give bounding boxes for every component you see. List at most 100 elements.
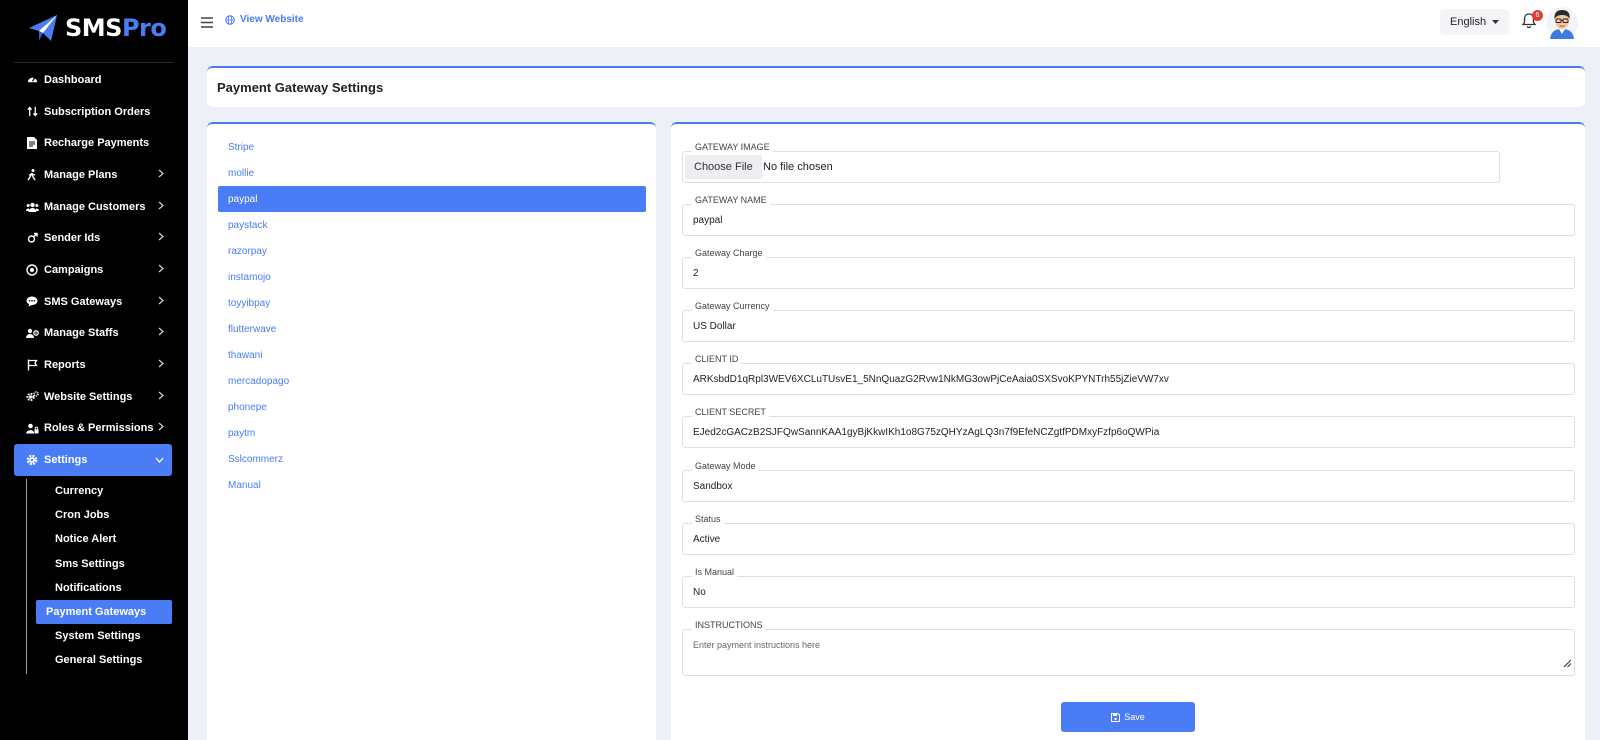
chevron-right-icon	[158, 422, 164, 434]
gateway-item-paystack[interactable]: paystack	[218, 212, 646, 238]
view-website-label: View Website	[240, 14, 304, 25]
submenu-item-currency[interactable]: Currency	[36, 479, 172, 503]
sidebar-item-sender-ids[interactable]: Sender Ids	[14, 222, 172, 254]
settings-submenu: Currency Cron Jobs Notice Alert Sms Sett…	[26, 479, 172, 674]
choose-file-button[interactable]: Choose File	[685, 155, 762, 179]
is-manual-field[interactable]: Is Manual No	[682, 567, 1575, 608]
sidebar-item-manage-plans[interactable]: Manage Plans	[14, 159, 172, 191]
is-manual-value: No	[693, 587, 706, 598]
status-value: Active	[693, 534, 721, 545]
gateway-item-sslcommerz[interactable]: Sslcommerz	[218, 446, 646, 472]
sidebar-item-campaigns[interactable]: Campaigns	[14, 254, 172, 286]
gateway-item-mollie[interactable]: mollie	[218, 160, 646, 186]
sidebar-item-roles-permissions[interactable]: Roles & Permissions	[14, 413, 172, 445]
sidebar-item-label: SMS Gateways	[44, 295, 123, 308]
submenu-item-system-settings[interactable]: System Settings	[36, 624, 172, 648]
is-manual-label: Is Manual	[692, 567, 738, 577]
walking-icon	[25, 168, 39, 181]
submenu-item-sms-settings[interactable]: Sms Settings	[36, 552, 172, 576]
file-invoice-icon	[25, 137, 39, 150]
chevron-right-icon	[158, 359, 164, 371]
gender-icon	[25, 232, 39, 244]
sidebar-item-label: Dashboard	[44, 73, 102, 86]
client-secret-value: EJed2cGACzB2SJFQwSannKAA1gyBjKkwIKh1o8G7…	[693, 427, 1160, 438]
gateway-mode-field[interactable]: Gateway Mode Sandbox	[682, 461, 1575, 502]
submenu-item-notifications[interactable]: Notifications	[36, 576, 172, 600]
sidebar-item-recharge-payments[interactable]: Recharge Payments	[14, 127, 172, 159]
gateway-charge-field[interactable]: Gateway Charge 2	[682, 248, 1575, 289]
gateway-name-field[interactable]: GATEWAY NAME paypal	[682, 195, 1575, 236]
sidebar-item-label: Sender Ids	[44, 232, 101, 245]
topbar: View Website English 6	[188, 0, 1600, 47]
gateway-currency-field[interactable]: Gateway Currency US Dollar	[682, 301, 1575, 342]
users-icon	[25, 202, 39, 212]
instructions-textarea[interactable]: INSTRUCTIONS Enter payment instructions …	[682, 620, 1575, 676]
sidebar-item-label: Recharge Payments	[44, 137, 150, 150]
caret-down-icon	[1492, 19, 1500, 24]
chevron-right-icon	[158, 296, 164, 308]
menu-toggle-icon[interactable]	[201, 15, 213, 33]
logo[interactable]: SMSPro	[27, 13, 167, 43]
gateway-list-card: Stripe mollie paypal paystack razorpay i…	[207, 122, 656, 740]
gateway-item-flutterwave[interactable]: flutterwave	[218, 316, 646, 342]
sidebar-item-dashboard[interactable]: Dashboard	[14, 64, 172, 96]
notification-badge: 6	[1532, 10, 1543, 21]
view-website-link[interactable]: View Website	[225, 14, 304, 25]
sidebar-item-label: Settings	[44, 454, 88, 467]
gateway-item-mercadopago[interactable]: mercadopago	[218, 368, 646, 394]
gateway-item-toyyibpay[interactable]: toyyibpay	[218, 290, 646, 316]
gateway-item-phonepe[interactable]: phonepe	[218, 394, 646, 420]
client-secret-field[interactable]: CLIENT SECRET EJed2cGACzB2SJFQwSannKAA1g…	[682, 407, 1575, 448]
gateway-name-label: GATEWAY NAME	[692, 195, 770, 205]
bullseye-icon	[25, 264, 39, 276]
sidebar-item-label: Subscription Orders	[44, 105, 151, 118]
dashboard-icon	[25, 74, 39, 85]
gateway-image-label: GATEWAY IMAGE	[692, 142, 773, 152]
gateway-item-manual[interactable]: Manual	[218, 472, 646, 498]
submenu-item-notice-alert[interactable]: Notice Alert	[36, 527, 172, 551]
client-id-label: CLIENT ID	[692, 354, 742, 364]
sidebar-item-subscription-orders[interactable]: Subscription Orders	[14, 96, 172, 128]
gateway-item-stripe[interactable]: Stripe	[218, 134, 646, 160]
sidebar-item-manage-staffs[interactable]: Manage Staffs	[14, 318, 172, 350]
submenu-item-cron-jobs[interactable]: Cron Jobs	[36, 503, 172, 527]
file-status-text: No file chosen	[763, 161, 833, 173]
gateway-item-thawani[interactable]: thawani	[218, 342, 646, 368]
submenu-item-general-settings[interactable]: General Settings	[36, 648, 172, 672]
gateway-form-card: GATEWAY IMAGE Choose File No file chosen…	[671, 122, 1585, 740]
resize-handle-icon[interactable]	[1563, 655, 1572, 673]
avatar[interactable]	[1546, 7, 1578, 39]
gateway-list: Stripe mollie paypal paystack razorpay i…	[218, 134, 646, 498]
globe-icon	[225, 14, 235, 25]
sidebar-item-manage-customers[interactable]: Manage Customers	[14, 191, 172, 223]
language-select[interactable]: English	[1440, 9, 1510, 35]
chevron-right-icon	[158, 327, 164, 339]
sidebar-item-reports[interactable]: Reports	[14, 349, 172, 381]
gateway-item-paypal[interactable]: paypal	[218, 186, 646, 212]
gateway-image-field: GATEWAY IMAGE Choose File No file chosen	[682, 142, 1500, 183]
gateway-item-instamojo[interactable]: instamojo	[218, 264, 646, 290]
sidebar-item-sms-gateways[interactable]: SMS Gateways	[14, 286, 172, 318]
brand-name: SMSPro	[65, 14, 167, 42]
sidebar-item-settings[interactable]: Settings	[14, 444, 172, 476]
client-secret-label: CLIENT SECRET	[692, 407, 769, 417]
sidebar-divider	[14, 62, 174, 63]
sidebar-nav: Dashboard Subscription Orders Recharge P…	[14, 64, 172, 476]
status-field[interactable]: Status Active	[682, 514, 1575, 555]
chevron-right-icon	[158, 391, 164, 403]
sidebar-item-label: Manage Customers	[44, 200, 146, 213]
paper-plane-icon	[29, 15, 57, 41]
page-header-card: Payment Gateway Settings	[207, 66, 1585, 107]
chat-icon	[25, 296, 39, 307]
gateway-item-paytm[interactable]: paytm	[218, 420, 646, 446]
language-value: English	[1450, 16, 1487, 28]
sidebar-item-website-settings[interactable]: Website Settings	[14, 381, 172, 413]
cogs-icon	[25, 391, 39, 402]
gateway-item-razorpay[interactable]: razorpay	[218, 238, 646, 264]
client-id-field[interactable]: CLIENT ID ARKsbdD1qRpl3WEV6XCLuTUsvE1_5N…	[682, 354, 1575, 395]
client-id-value: ARKsbdD1qRpl3WEV6XCLuTUsvE1_5NnQuazG2Rvw…	[693, 374, 1169, 385]
submenu-item-payment-gateways[interactable]: Payment Gateways	[36, 599, 172, 625]
save-label: Save	[1124, 712, 1145, 722]
chevron-right-icon	[158, 264, 164, 276]
save-button[interactable]: Save	[1061, 702, 1195, 732]
